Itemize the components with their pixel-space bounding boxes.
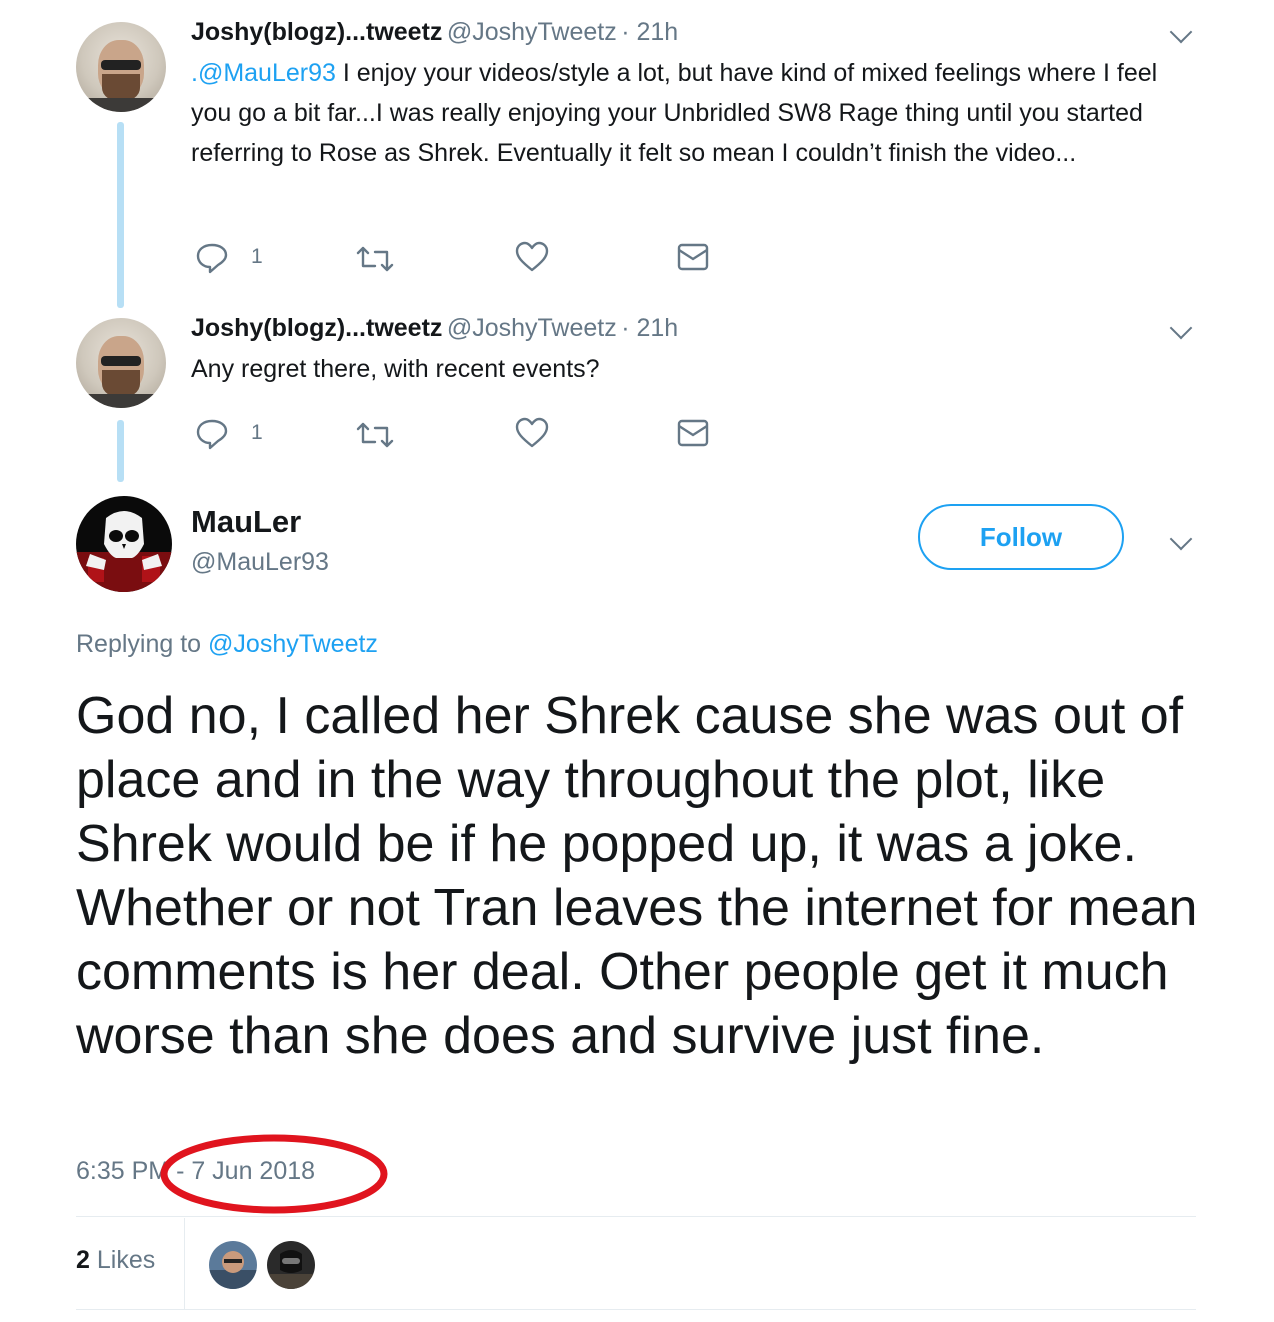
- likes-count: 2: [76, 1246, 90, 1274]
- tweet1-time[interactable]: · 21h: [621, 18, 678, 46]
- message-icon[interactable]: [676, 418, 710, 448]
- thread-line: [117, 122, 124, 308]
- like-icon[interactable]: [514, 417, 550, 449]
- retweet-icon[interactable]: [355, 420, 395, 450]
- likes-label: Likes: [96, 1246, 156, 1274]
- like-icon[interactable]: [514, 241, 550, 273]
- thread-line: [117, 420, 124, 482]
- avatar-joshy[interactable]: [76, 318, 166, 408]
- tweet-time[interactable]: 6:35 PM: [76, 1157, 169, 1185]
- replying-to-label: Replying to: [76, 630, 209, 658]
- reply-icon[interactable]: [195, 418, 229, 450]
- tweet1-author-name[interactable]: Joshy(blogz)...tweetz: [191, 18, 442, 46]
- replying-to-handle[interactable]: @JoshyTweetz: [208, 630, 378, 658]
- tweet1-mention[interactable]: .@MauLer93: [191, 59, 336, 87]
- tweet2-author-handle[interactable]: @JoshyTweetz: [447, 314, 617, 342]
- chevron-down-icon[interactable]: [1169, 527, 1193, 551]
- tweet1-text: .@MauLer93 I enjoy your videos/style a l…: [191, 53, 1171, 173]
- tweet1-reply-count: 1: [251, 245, 263, 268]
- tweet2-time[interactable]: · 21h: [621, 314, 678, 342]
- chevron-down-icon[interactable]: [1169, 20, 1193, 44]
- liker-avatar-2[interactable]: [266, 1240, 316, 1290]
- avatar-mauler[interactable]: [76, 496, 172, 592]
- chevron-down-icon[interactable]: [1169, 316, 1193, 340]
- tweet1-body: I enjoy your videos/style a lot, but hav…: [191, 59, 1158, 167]
- avatar-joshy[interactable]: [76, 22, 166, 112]
- follow-button[interactable]: Follow: [918, 504, 1124, 570]
- main-author-name[interactable]: MauLer: [191, 504, 301, 540]
- reply-icon[interactable]: [195, 242, 229, 274]
- divider: [76, 1216, 1196, 1217]
- liker-avatar-1[interactable]: [208, 1240, 258, 1290]
- stat-divider: [184, 1218, 185, 1310]
- tweet2-reply-count: 1: [251, 421, 263, 444]
- tweet2-author-name[interactable]: Joshy(blogz)...tweetz: [191, 314, 442, 342]
- tweet2-header: Joshy(blogz)...tweetz @JoshyTweetz · 21h: [191, 314, 678, 343]
- tweet2-text: Any regret there, with recent events?: [191, 355, 600, 383]
- likes-stat[interactable]: 2 Likes: [76, 1246, 155, 1275]
- tweet1-author-handle[interactable]: @JoshyTweetz: [447, 18, 617, 46]
- message-icon[interactable]: [676, 242, 710, 272]
- replying-to: Replying to @JoshyTweetz: [76, 630, 378, 659]
- main-tweet-text: God no, I called her Shrek cause she was…: [76, 687, 1198, 1065]
- main-author-handle[interactable]: @MauLer93: [191, 548, 329, 577]
- divider: [76, 1309, 1196, 1310]
- retweet-icon[interactable]: [355, 244, 395, 274]
- tweet1-header: Joshy(blogz)...tweetz @JoshyTweetz · 21h: [191, 18, 678, 47]
- annotation-ellipse: [160, 1134, 388, 1214]
